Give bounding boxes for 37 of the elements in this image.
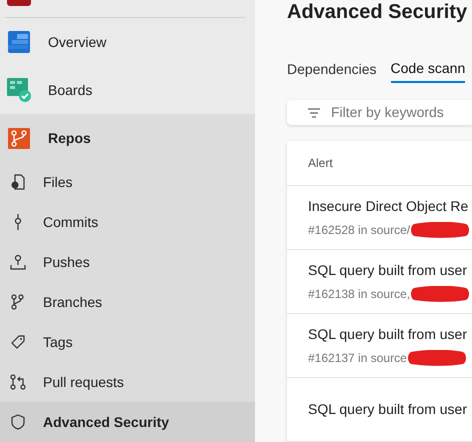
alert-detail: #162528 in source/	[308, 222, 410, 239]
alert-title: SQL query built from user	[308, 261, 468, 280]
nav-item[interactable]: Pull requests	[0, 362, 255, 402]
alert-detail: #162137 in source	[308, 350, 407, 367]
nav-item[interactable]: Tags	[0, 322, 255, 362]
nav-item[interactable]: Overview	[0, 18, 255, 66]
filter-input[interactable]: Filter by keywords	[331, 102, 471, 123]
alert-title: Insecure Direct Object Re	[308, 197, 470, 216]
nav-item[interactable]: Files	[0, 162, 255, 202]
board-check-icon	[6, 77, 32, 103]
chart-tile-icon	[7, 30, 31, 54]
filter-bar[interactable]: Filter by keywords	[287, 100, 472, 125]
file-code-icon	[9, 173, 27, 191]
nav-item[interactable]: Boards	[0, 66, 255, 114]
alert-row[interactable]: Insecure Direct Object Re #162528 in source/	[287, 186, 472, 250]
tag-icon	[9, 333, 27, 351]
alert-row[interactable]: SQL query built from user #162138 in source,	[287, 250, 472, 314]
column-header: Alert	[308, 155, 333, 172]
repo-branch-icon	[7, 126, 31, 150]
project-logo-icon	[7, 0, 31, 6]
alert-detail: #162138 in source,	[308, 286, 410, 303]
alert-title: SQL query built from user	[308, 325, 468, 344]
shield-icon	[9, 413, 27, 431]
nav-item[interactable]: Pushes	[0, 242, 255, 282]
nav-item[interactable]: Commits	[0, 202, 255, 242]
page-title: Advanced Security	[287, 0, 468, 24]
alert-title: SQL query built from user	[308, 400, 468, 419]
tab[interactable]: Dependencies	[287, 50, 377, 83]
pull-request-icon	[9, 373, 27, 391]
nav-item[interactable]: Branches	[0, 282, 255, 322]
nav-item[interactable]: Repos	[0, 114, 255, 162]
alert-row[interactable]: SQL query built from user #162137 in source	[287, 314, 472, 378]
nav-item[interactable]: Advanced Security	[0, 402, 255, 442]
tab[interactable]: Code scann	[390, 50, 466, 83]
alert-row[interactable]: SQL query built from user	[287, 378, 472, 442]
filter-icon	[307, 108, 321, 118]
push-icon	[9, 253, 27, 271]
